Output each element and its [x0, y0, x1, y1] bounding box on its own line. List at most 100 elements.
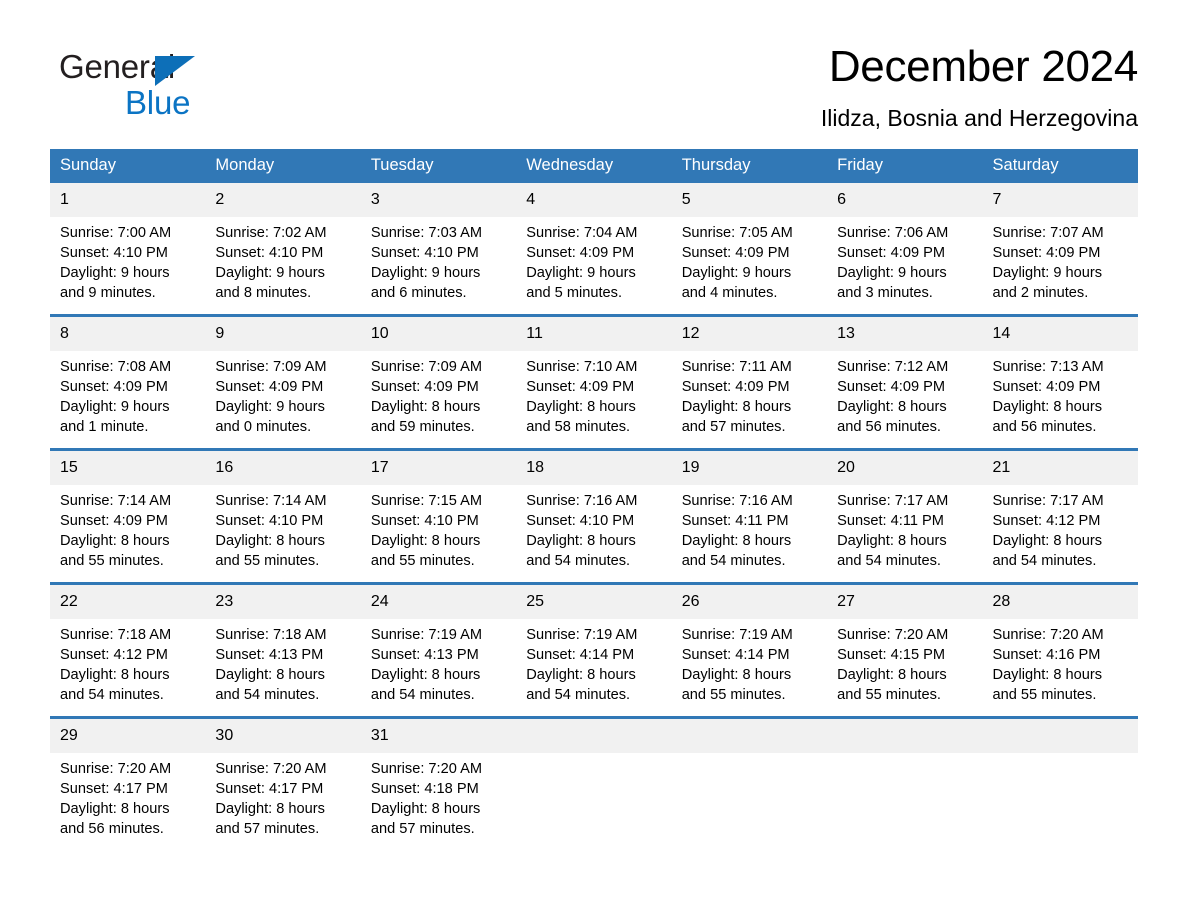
day-cell-content: 29 Sunrise: 7:20 AM Sunset: 4:17 PM Dayligh…: [50, 719, 206, 851]
calendar-day-cell[interactable]: 3 Sunrise: 7:03 AM Sunset: 4:10 PM Daylight…: [360, 183, 517, 316]
day-cell-content: 22 Sunrise: 7:18 AM Sunset: 4:12 PM Dayligh…: [50, 585, 206, 717]
sunrise-time: Sunrise: 7:00 AM: [60, 225, 172, 242]
calendar-day-cell[interactable]: 17 Sunrise: 7:15 AM Sunset: 4:10 PM Dayligh…: [360, 448, 517, 584]
calendar-day-cell[interactable]: 10 Sunrise: 7:09 AM Sunset: 4:09 PM Dayligh…: [360, 314, 517, 450]
daylight-duration-line2: and 3 minutes.: [837, 285, 933, 302]
sunset-time: Sunset: 4:09 PM: [526, 379, 635, 396]
day-details: Sunrise: 7:09 AM Sunset: 4:09 PM Daylight:…: [205, 351, 360, 437]
day-details: Sunrise: 7:11 AM Sunset: 4:09 PM Daylight:…: [672, 351, 827, 437]
calendar-day-cell[interactable]: 28 Sunrise: 7:20 AM Sunset: 4:16 PM Dayligh…: [982, 582, 1138, 718]
sunrise-time: Sunrise: 7:15 AM: [370, 493, 482, 510]
calendar-day-cell[interactable]: 27 Sunrise: 7:20 AM Sunset: 4:15 PM Dayligh…: [827, 582, 983, 718]
calendar-day-cell[interactable]: 15 Sunrise: 7:14 AM Sunset: 4:09 PM Dayligh…: [50, 448, 206, 584]
daylight-duration-line2: and 54 minutes.: [526, 553, 631, 570]
day-cell-content: 26 Sunrise: 7:19 AM Sunset: 4:14 PM Dayligh…: [671, 585, 828, 717]
sunset-time: Sunset: 4:09 PM: [992, 379, 1101, 396]
calendar-day-cell: [671, 716, 828, 851]
calendar-day-cell[interactable]: 4 Sunrise: 7:04 AM Sunset: 4:09 PM Daylight…: [516, 183, 672, 316]
calendar-day-cell[interactable]: 14 Sunrise: 7:13 AM Sunset: 4:09 PM Dayligh…: [982, 314, 1138, 450]
sunset-time: Sunset: 4:12 PM: [60, 647, 168, 664]
sunrise-time: Sunrise: 7:09 AM: [215, 359, 327, 376]
day-cell-content: 20 Sunrise: 7:17 AM Sunset: 4:11 PM Dayligh…: [827, 451, 983, 583]
day-cell-content: 2 Sunrise: 7:02 AM Sunset: 4:10 PM Daylight…: [205, 183, 361, 315]
sunset-time: Sunset: 4:09 PM: [837, 379, 946, 396]
daylight-duration-line2: and 9 minutes.: [60, 285, 156, 302]
day-details: Sunrise: 7:10 AM Sunset: 4:09 PM Daylight:…: [516, 351, 671, 437]
page-masthead: General Blue December 2024 Ilidza, Bosni…: [50, 0, 1138, 132]
calendar-day-cell[interactable]: 11 Sunrise: 7:10 AM Sunset: 4:09 PM Dayligh…: [516, 314, 672, 450]
daylight-duration-line2: and 56 minutes.: [837, 419, 941, 436]
calendar-day-cell[interactable]: 19 Sunrise: 7:16 AM Sunset: 4:11 PM Dayligh…: [671, 448, 828, 584]
day-details: Sunrise: 7:07 AM Sunset: 4:09 PM Daylight:…: [983, 217, 1138, 303]
calendar-day-cell[interactable]: 12 Sunrise: 7:11 AM Sunset: 4:09 PM Dayligh…: [671, 314, 828, 450]
daylight-duration-line1: Daylight: 9 hours: [837, 265, 947, 282]
daylight-duration-line2: and 55 minutes.: [992, 687, 1097, 704]
page-title: December 2024: [828, 42, 1138, 91]
general-blue-logo[interactable]: General Blue: [50, 42, 250, 120]
day-number: 13: [827, 317, 983, 352]
day-number: 14: [982, 317, 1138, 352]
day-details: Sunrise: 7:18 AM Sunset: 4:12 PM Daylight:…: [50, 619, 205, 705]
day-cell-content: 23 Sunrise: 7:18 AM Sunset: 4:13 PM Dayligh…: [205, 585, 361, 717]
calendar-day-cell[interactable]: 25 Sunrise: 7:19 AM Sunset: 4:14 PM Dayligh…: [516, 582, 672, 718]
day-cell-content: 9 Sunrise: 7:09 AM Sunset: 4:09 PM Daylight…: [205, 317, 361, 449]
day-number: 30: [205, 719, 361, 754]
calendar-day-cell[interactable]: 1 Sunrise: 7:00 AM Sunset: 4:10 PM Daylight…: [50, 183, 206, 316]
day-number: 2: [205, 183, 361, 218]
day-details: Sunrise: 7:19 AM Sunset: 4:13 PM Daylight:…: [361, 619, 516, 705]
day-number: 12: [671, 317, 828, 352]
daylight-duration-line1: Daylight: 8 hours: [60, 667, 170, 684]
day-details: Sunrise: 7:13 AM Sunset: 4:09 PM Daylight:…: [983, 351, 1138, 437]
daylight-duration-line2: and 4 minutes.: [681, 285, 778, 302]
daylight-duration-line2: and 57 minutes.: [370, 821, 475, 838]
daylight-duration-line1: Daylight: 9 hours: [60, 265, 170, 282]
daylight-duration-line1: Daylight: 8 hours: [681, 533, 792, 550]
daylight-duration-line2: and 54 minutes.: [370, 687, 475, 704]
calendar-day-cell[interactable]: 29 Sunrise: 7:20 AM Sunset: 4:17 PM Dayligh…: [50, 716, 206, 851]
daylight-duration-line2: and 5 minutes.: [526, 285, 622, 302]
title-block: December 2024 Ilidza, Bosnia and Herzego…: [250, 42, 1138, 132]
daylight-duration-line1: Daylight: 8 hours: [215, 801, 325, 818]
calendar-day-cell[interactable]: 13 Sunrise: 7:12 AM Sunset: 4:09 PM Dayligh…: [827, 314, 983, 450]
day-number: 26: [671, 585, 828, 620]
calendar-day-cell[interactable]: 30 Sunrise: 7:20 AM Sunset: 4:17 PM Dayligh…: [205, 716, 361, 851]
daylight-duration-line1: Daylight: 8 hours: [60, 533, 170, 550]
day-details: Sunrise: 7:02 AM Sunset: 4:10 PM Daylight:…: [205, 217, 360, 303]
calendar-day-cell[interactable]: 20 Sunrise: 7:17 AM Sunset: 4:11 PM Dayligh…: [827, 448, 983, 584]
calendar-day-cell[interactable]: 2 Sunrise: 7:02 AM Sunset: 4:10 PM Daylight…: [205, 183, 361, 316]
day-number: 20: [827, 451, 983, 486]
calendar-day-cell[interactable]: 6 Sunrise: 7:06 AM Sunset: 4:09 PM Daylight…: [827, 183, 983, 316]
calendar-day-cell[interactable]: 22 Sunrise: 7:18 AM Sunset: 4:12 PM Dayligh…: [50, 582, 206, 718]
sunrise-sunset-calendar: Sunday Monday Tuesday Wednesday Thursday Frid…: [50, 149, 1138, 851]
sunset-time: Sunset: 4:10 PM: [215, 513, 324, 530]
daylight-duration-line2: and 6 minutes.: [370, 285, 467, 302]
sunset-time: Sunset: 4:12 PM: [992, 513, 1101, 530]
calendar-day-cell[interactable]: 5 Sunrise: 7:05 AM Sunset: 4:09 PM Daylight…: [671, 183, 828, 316]
daylight-duration-line1: Daylight: 9 hours: [526, 265, 636, 282]
day-cell-content: 25 Sunrise: 7:19 AM Sunset: 4:14 PM Dayligh…: [516, 585, 672, 717]
day-cell-content: 14 Sunrise: 7:13 AM Sunset: 4:09 PM Dayligh…: [982, 317, 1138, 449]
daylight-duration-line2: and 55 minutes.: [837, 687, 941, 704]
calendar-day-cell[interactable]: 9 Sunrise: 7:09 AM Sunset: 4:09 PM Daylight…: [205, 314, 361, 450]
day-number: 11: [516, 317, 672, 352]
calendar-day-cell[interactable]: 23 Sunrise: 7:18 AM Sunset: 4:13 PM Dayligh…: [205, 582, 361, 718]
calendar-week-row: 29 Sunrise: 7:20 AM Sunset: 4:17 PM Dayligh…: [50, 716, 1138, 851]
day-details: Sunrise: 7:05 AM Sunset: 4:09 PM Daylight:…: [672, 217, 827, 303]
calendar-day-cell[interactable]: 7 Sunrise: 7:07 AM Sunset: 4:09 PM Daylight…: [982, 183, 1138, 316]
day-cell-content: 19 Sunrise: 7:16 AM Sunset: 4:11 PM Dayligh…: [671, 451, 828, 583]
calendar-day-cell[interactable]: 18 Sunrise: 7:16 AM Sunset: 4:10 PM Dayligh…: [516, 448, 672, 584]
daylight-duration-line2: and 59 minutes.: [370, 419, 475, 436]
sunrise-time: Sunrise: 7:20 AM: [992, 627, 1104, 644]
daylight-duration-line1: Daylight: 8 hours: [992, 533, 1103, 550]
calendar-day-cell[interactable]: 16 Sunrise: 7:14 AM Sunset: 4:10 PM Dayligh…: [205, 448, 361, 584]
calendar-day-cell[interactable]: 31 Sunrise: 7:20 AM Sunset: 4:18 PM Dayligh…: [360, 716, 517, 851]
sunrise-time: Sunrise: 7:12 AM: [837, 359, 949, 376]
day-details: Sunrise: 7:20 AM Sunset: 4:16 PM Daylight:…: [983, 619, 1138, 705]
day-cell-content: 16 Sunrise: 7:14 AM Sunset: 4:10 PM Dayligh…: [205, 451, 361, 583]
calendar-day-cell[interactable]: 24 Sunrise: 7:19 AM Sunset: 4:13 PM Dayligh…: [360, 582, 517, 718]
daylight-duration-line1: Daylight: 8 hours: [526, 399, 636, 416]
calendar-day-cell[interactable]: 26 Sunrise: 7:19 AM Sunset: 4:14 PM Dayligh…: [671, 582, 828, 718]
calendar-day-cell[interactable]: 21 Sunrise: 7:17 AM Sunset: 4:12 PM Dayligh…: [982, 448, 1138, 584]
calendar-day-cell[interactable]: 8 Sunrise: 7:08 AM Sunset: 4:09 PM Daylight…: [50, 314, 206, 450]
sunrise-time: Sunrise: 7:04 AM: [526, 225, 638, 242]
